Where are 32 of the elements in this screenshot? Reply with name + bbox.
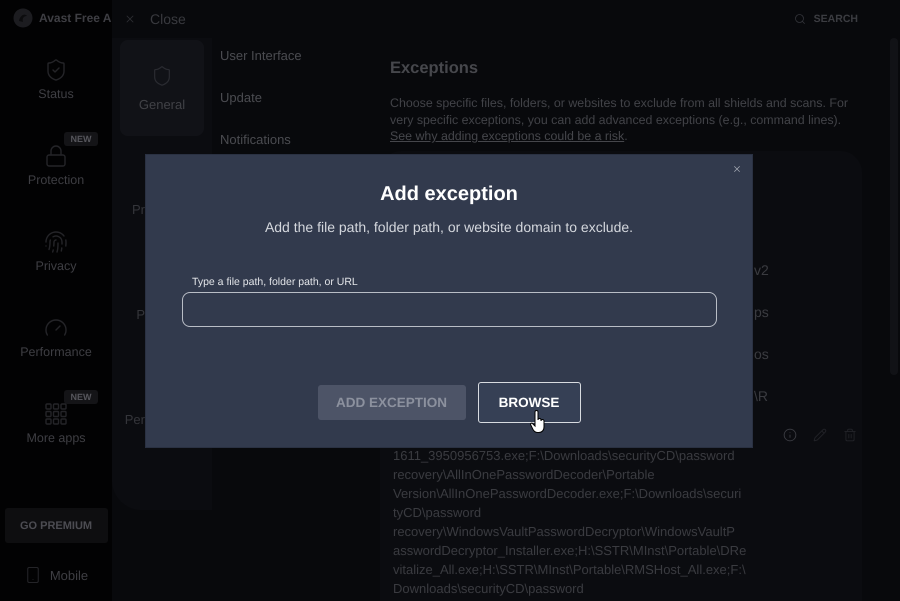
fingerprint-icon (44, 230, 68, 254)
mobile-link[interactable]: Mobile (24, 565, 88, 585)
sidebar-nav-item[interactable]: Performance (20, 314, 92, 359)
description-text: Choose specific files, folders, or websites to exclude from all shields and scans. For very specific exceptions, you can add advanced exceptions (e.g., command lines). See why adding exceptions could be a risk. (390, 95, 849, 144)
new-badge: NEW (64, 132, 98, 146)
dialog-subtitle: Add the file path, folder path, or website domain to exclude. (264, 218, 634, 237)
settings-subsection-link[interactable]: Update (220, 90, 262, 106)
dialog-button[interactable]: BROWSE (478, 382, 580, 423)
settings-subsection-link[interactable]: User Interface (220, 48, 302, 64)
pencil-icon[interactable] (813, 428, 827, 442)
premium-button[interactable]: GO PREMIUM (4, 508, 108, 543)
sidebar-nav-item[interactable]: Privacy (36, 228, 76, 273)
sidebar-nav-item[interactable]: Status (38, 56, 74, 101)
section-title: Exceptions (390, 58, 478, 78)
app-title: Avast Free A (39, 11, 112, 25)
field-label: Type a file path, folder path, or URL (192, 275, 358, 289)
close-icon (124, 13, 136, 25)
dialog-close-button[interactable] (732, 164, 742, 174)
path-input-field[interactable] (182, 292, 716, 327)
settings-subsection-link[interactable]: Notifications (220, 132, 291, 148)
logo-icon (13, 8, 33, 28)
hand-cursor-icon (530, 410, 546, 434)
trash-icon[interactable] (843, 428, 857, 442)
close-icon (732, 164, 742, 174)
new-badge: NEW (64, 390, 98, 404)
search-icon (794, 13, 806, 25)
shield-icon (151, 64, 173, 86)
info-icon[interactable] (783, 428, 797, 442)
lock-icon (44, 144, 68, 168)
risk-link[interactable]: See why adding exceptions could be a risk (390, 129, 624, 143)
grid-icon (44, 402, 68, 426)
dialog-title: Add exception (380, 182, 518, 207)
